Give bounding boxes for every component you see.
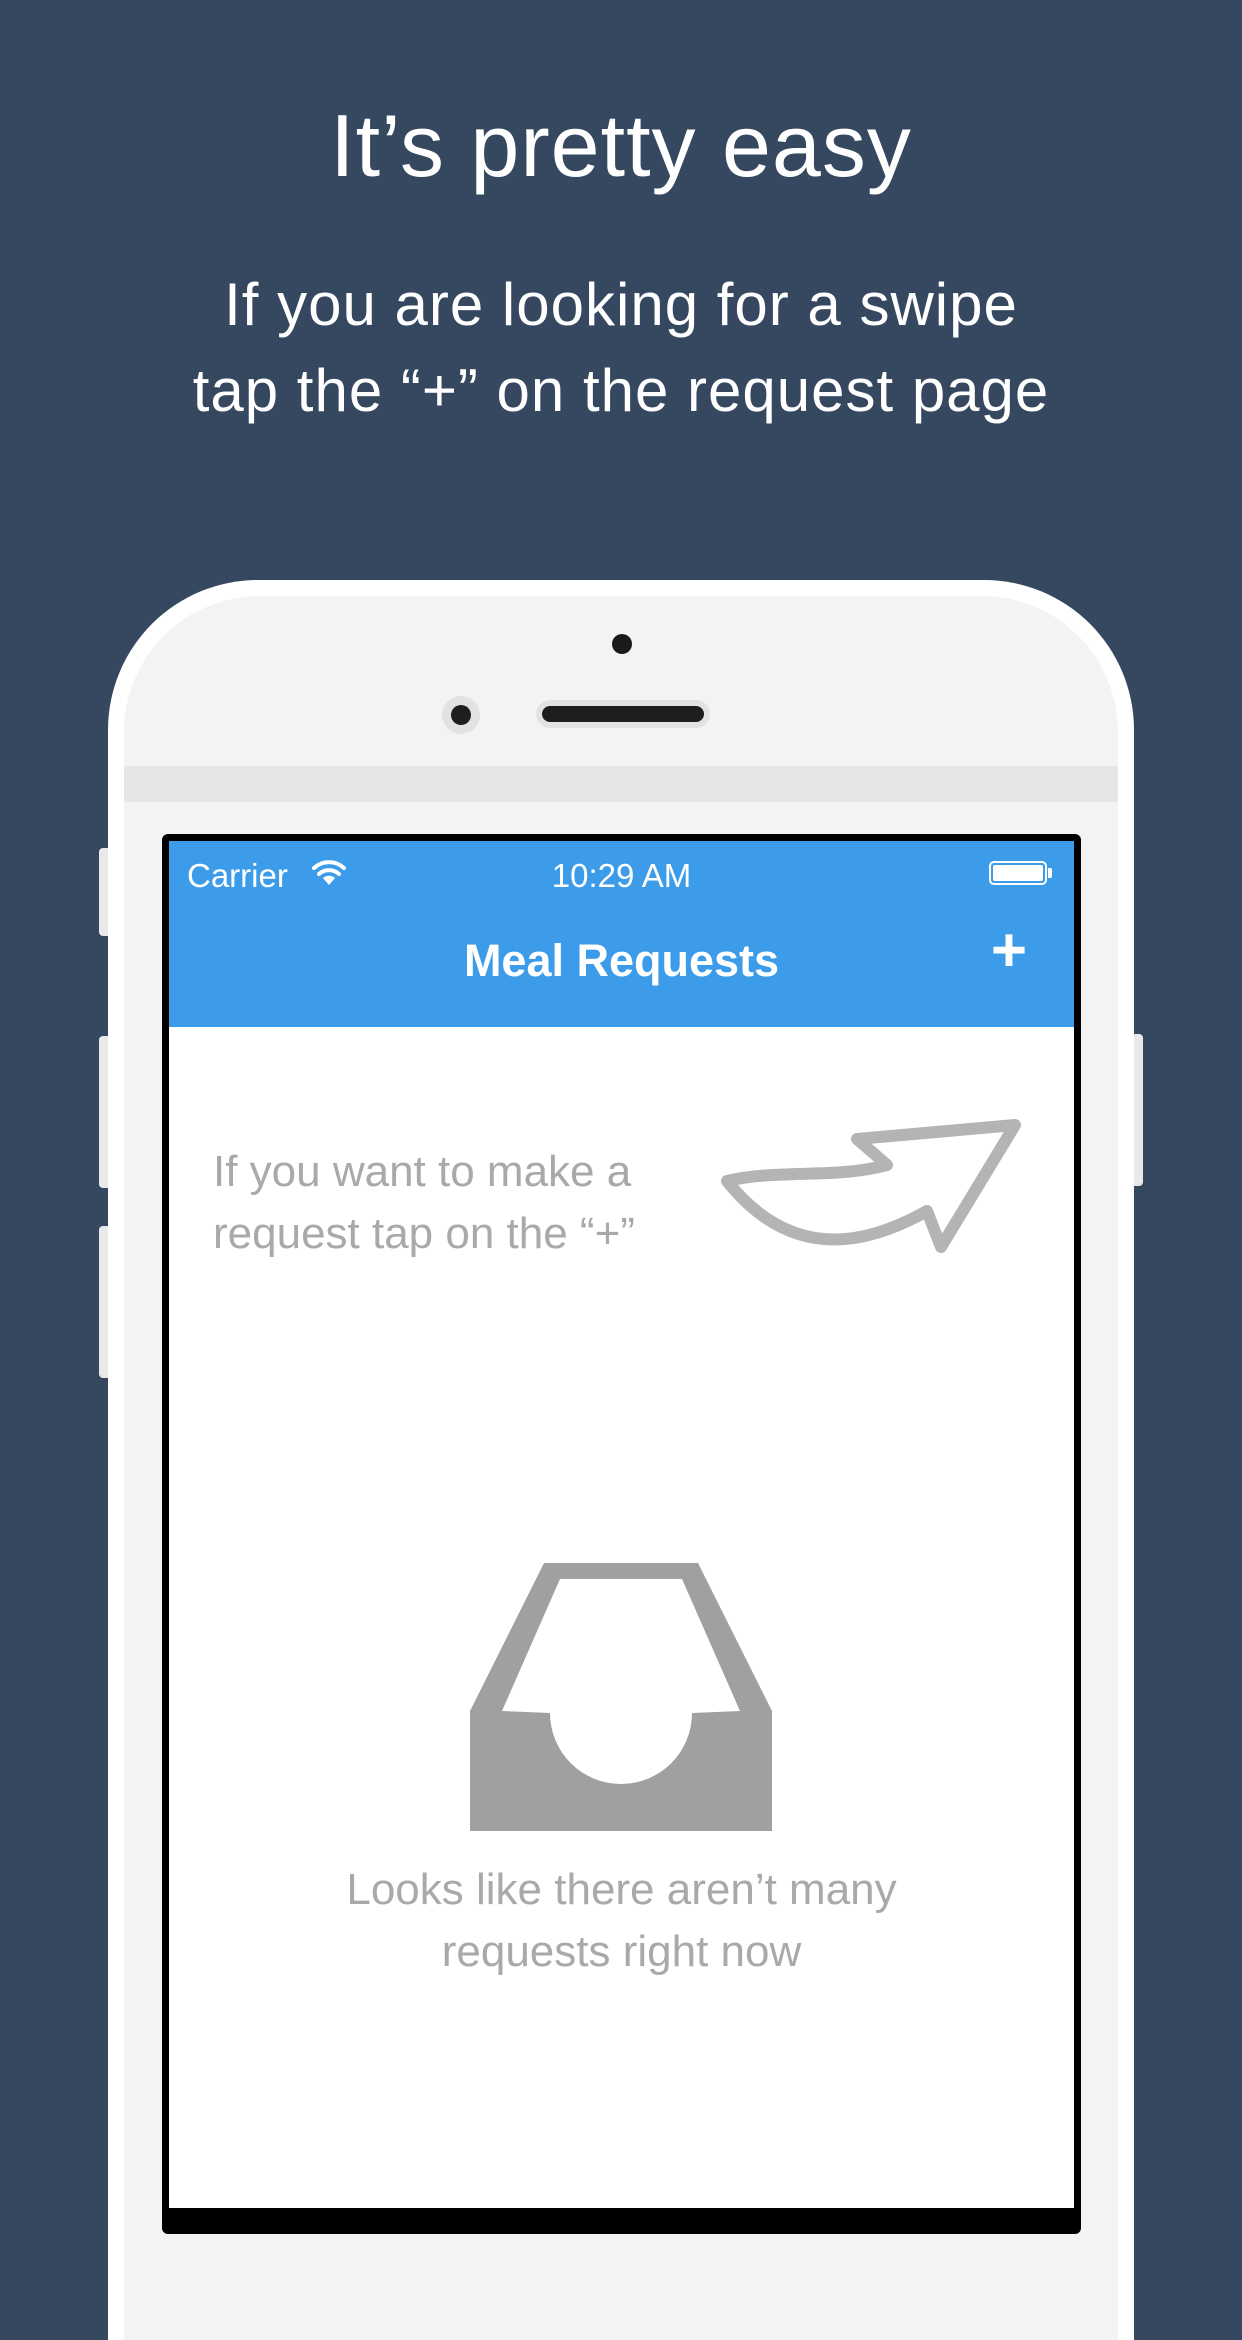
empty-line1: Looks like there aren’t many xyxy=(346,1865,897,1914)
promo-subline-line1: If you are looking for a swipe xyxy=(224,271,1018,338)
proximity-sensor xyxy=(442,696,480,734)
navigation-bar: Carrier 10:29 AM Meal Requests + xyxy=(169,841,1074,1027)
promo-subline: If you are looking for a swipe tap the “… xyxy=(0,262,1242,434)
earpiece-speaker xyxy=(536,700,710,728)
empty-state-message: Looks like there aren’t many requests ri… xyxy=(169,1859,1074,1983)
battery-nub xyxy=(1048,868,1052,878)
hint-line1: If you want to make a xyxy=(213,1147,632,1196)
curved-arrow-icon xyxy=(721,1119,1021,1253)
add-request-button[interactable]: + xyxy=(977,919,1041,983)
empty-line2: requests right now xyxy=(441,1927,802,1976)
hint-line2: request tap on the “+” xyxy=(213,1209,635,1258)
battery-icon xyxy=(989,861,1047,885)
phone-band xyxy=(124,766,1118,802)
hint-text: If you want to make a request tap on the… xyxy=(213,1141,713,1265)
status-time: 10:29 AM xyxy=(551,857,692,894)
app-screen: Carrier 10:29 AM Meal Requests + If you … xyxy=(169,841,1074,2208)
promo-headline: It’s pretty easy xyxy=(330,96,912,195)
promo-subline-line2: tap the “+” on the request page xyxy=(192,357,1050,424)
page-title: Meal Requests xyxy=(463,935,780,986)
front-camera xyxy=(612,634,632,654)
inbox-tray-icon xyxy=(470,1563,772,1831)
